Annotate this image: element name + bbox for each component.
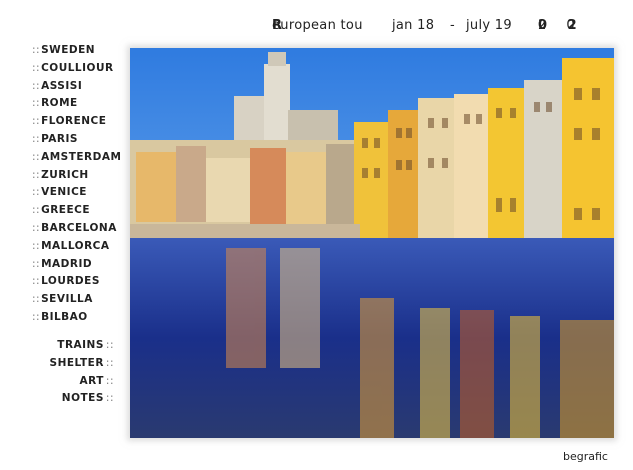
sections-menu: TRAINS:: SHELTER:: ART:: NOTES:: <box>30 337 114 408</box>
menu-item-label: LOURDES <box>41 275 100 288</box>
tour-start-date: jan 18 <box>392 18 435 33</box>
menu-separator: :: <box>105 374 114 387</box>
menu-item-bilbao[interactable]: ::BILBAO <box>32 309 132 327</box>
site-credit: begrafic <box>563 450 608 463</box>
section-item-label: NOTES <box>61 392 104 405</box>
menu-item-greece[interactable]: ::GREECE <box>32 202 132 220</box>
menu-item-rome[interactable]: ::ROME <box>32 95 132 113</box>
menu-separator: :: <box>32 275 41 288</box>
tour-end-date: july 19 <box>466 18 512 33</box>
menu-separator: :: <box>32 44 41 56</box>
menu-separator: :: <box>32 221 41 234</box>
page-header: european tou R jan 18 - july 19 2 0 0 2 <box>272 18 622 36</box>
photo-illustration <box>130 48 614 438</box>
menu-item-label: ASSISI <box>41 79 83 92</box>
menu-separator: :: <box>32 79 41 92</box>
menu-item-zurich[interactable]: ::ZURICH <box>32 167 132 185</box>
menu-item-label: VENICE <box>41 186 87 199</box>
menu-separator: :: <box>32 186 41 199</box>
menu-separator: :: <box>105 392 114 405</box>
menu-item-label: MADRID <box>41 257 93 270</box>
section-item-shelter[interactable]: SHELTER:: <box>30 355 114 373</box>
menu-item-label: ROME <box>41 97 78 110</box>
menu-separator: :: <box>32 168 41 181</box>
menu-item-label: BARCELONA <box>41 221 117 234</box>
menu-item-label: FLORENCE <box>41 115 107 128</box>
section-item-art[interactable]: ART:: <box>30 373 114 391</box>
destinations-menu: ::SWEDEN::COULLIOUR::ASSISI::ROME::FLORE… <box>32 42 132 327</box>
menu-separator: :: <box>32 204 41 217</box>
site-title: european tou R <box>272 18 363 33</box>
menu-item-florence[interactable]: ::FLORENCE <box>32 113 132 131</box>
section-item-notes[interactable]: NOTES:: <box>30 390 114 408</box>
menu-item-barcelona[interactable]: ::BARCELONA <box>32 220 132 238</box>
girona-river-photo <box>130 48 614 438</box>
date-separator: - <box>450 18 455 33</box>
section-item-label: ART <box>79 374 104 387</box>
menu-separator: :: <box>32 150 41 163</box>
menu-item-label: AMSTERDAM <box>41 150 122 163</box>
menu-item-assisi[interactable]: ::ASSISI <box>32 78 132 96</box>
menu-separator: :: <box>105 356 114 369</box>
menu-separator: :: <box>32 293 41 306</box>
section-item-label: TRAINS <box>57 339 104 351</box>
menu-item-label: GREECE <box>41 204 91 217</box>
menu-item-venice[interactable]: ::VENICE <box>32 184 132 202</box>
menu-separator: :: <box>32 239 41 252</box>
menu-separator: :: <box>32 257 41 270</box>
menu-item-label: SWEDEN <box>41 44 96 56</box>
menu-item-label: PARIS <box>41 132 78 145</box>
menu-item-sweden[interactable]: ::SWEDEN <box>32 42 132 60</box>
menu-item-label: SEVILLA <box>41 293 93 306</box>
menu-item-paris[interactable]: ::PARIS <box>32 131 132 149</box>
menu-separator: :: <box>32 97 41 110</box>
menu-item-lourdes[interactable]: ::LOURDES <box>32 273 132 291</box>
menu-item-mallorca[interactable]: ::MALLORCA <box>32 238 132 256</box>
menu-item-label: COULLIOUR <box>41 61 114 74</box>
section-item-trains[interactable]: TRAINS:: <box>30 337 114 355</box>
section-item-label: SHELTER <box>49 356 104 369</box>
menu-item-label: MALLORCA <box>41 239 110 252</box>
menu-item-madrid[interactable]: ::MADRID <box>32 256 132 274</box>
menu-item-amsterdam[interactable]: ::AMSTERDAM <box>32 149 132 167</box>
menu-separator: :: <box>32 310 41 323</box>
menu-item-sevilla[interactable]: ::SEVILLA <box>32 291 132 309</box>
menu-separator: :: <box>105 339 114 351</box>
menu-separator: :: <box>32 132 41 145</box>
tour-year: 2 0 0 2 <box>538 18 585 33</box>
menu-item-label: ZURICH <box>41 168 89 181</box>
menu-separator: :: <box>32 61 41 74</box>
menu-item-coulliour[interactable]: ::COULLIOUR <box>32 60 132 78</box>
menu-item-label: BILBAO <box>41 310 88 323</box>
menu-separator: :: <box>32 115 41 128</box>
